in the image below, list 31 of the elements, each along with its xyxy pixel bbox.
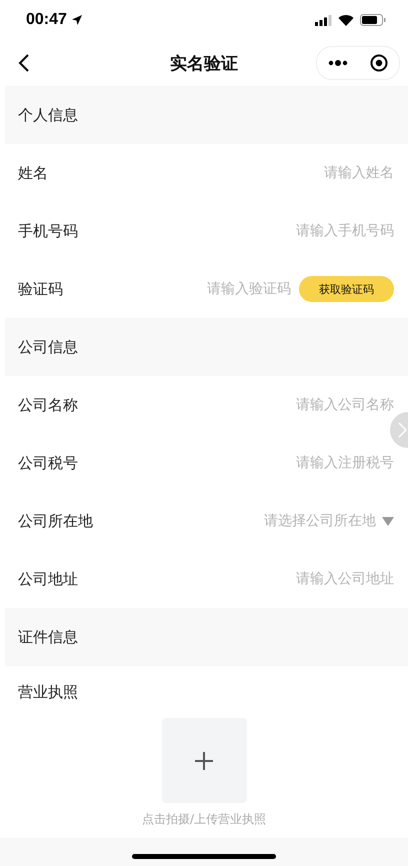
more-icon[interactable] xyxy=(328,60,348,66)
field-label: 公司名称 xyxy=(18,396,79,414)
dropdown-icon[interactable] xyxy=(382,516,394,526)
back-icon[interactable] xyxy=(18,53,30,73)
field-label: 姓名 xyxy=(18,164,49,182)
wifi-icon xyxy=(338,14,354,26)
field-label: 验证码 xyxy=(18,280,64,298)
field-label: 公司税号 xyxy=(18,454,79,472)
battery-icon xyxy=(360,14,386,26)
input-field[interactable]: 请输入验证码 xyxy=(126,281,291,297)
get-code-button[interactable]: 获取验证码 xyxy=(299,276,394,302)
status-time: 00:47 xyxy=(26,11,67,29)
field-label: 公司所在地 xyxy=(18,512,94,530)
upload-caption: 点击拍摄/上传营业执照 xyxy=(142,811,266,828)
section-title: 公司信息 xyxy=(18,338,78,356)
close-icon[interactable] xyxy=(370,54,388,72)
chevron-icon xyxy=(398,422,407,438)
input-field[interactable]: 请输入手机号码 xyxy=(126,223,394,239)
page-title: 实名验证 xyxy=(170,52,238,74)
field-label: 营业执照 xyxy=(18,682,79,702)
field-label: 公司地址 xyxy=(18,570,79,588)
input-field[interactable]: 请输入注册税号 xyxy=(126,455,394,471)
signal-icon xyxy=(315,14,332,26)
location-arrow-icon xyxy=(70,14,83,26)
section-title: 证件信息 xyxy=(18,628,78,646)
input-field[interactable]: 请输入公司地址 xyxy=(126,571,394,587)
section-title: 个人信息 xyxy=(18,106,78,124)
input-field[interactable]: 请输入姓名 xyxy=(126,165,394,181)
input-field[interactable]: 请输入公司名称 xyxy=(126,397,394,413)
plus-icon xyxy=(194,750,214,770)
field-label: 手机号码 xyxy=(18,222,79,240)
